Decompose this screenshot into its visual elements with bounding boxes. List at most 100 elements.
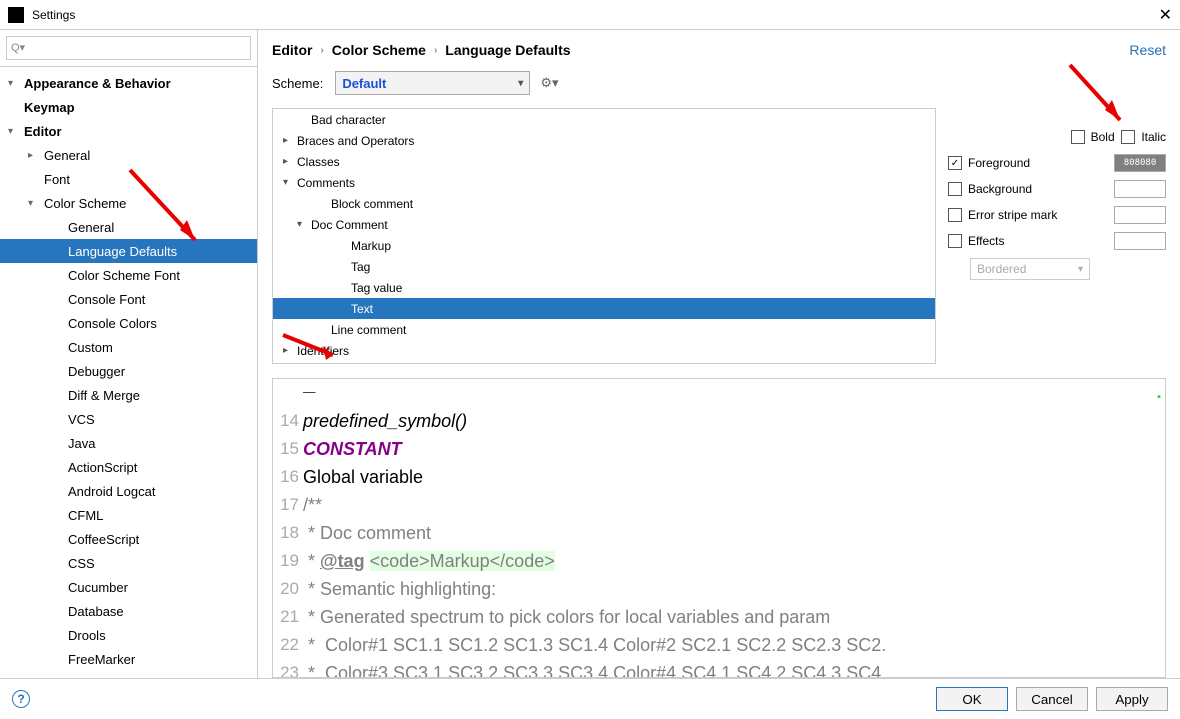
scheme-label: Scheme: [272, 76, 323, 91]
sidebar-item[interactable]: Color Scheme Font [0, 263, 257, 287]
preview-line: 23 * Color#3 SC3.1 SC3.2 SC3.3 SC3.4 Col… [273, 659, 1165, 678]
sidebar-item[interactable]: FreeMarker [0, 647, 257, 671]
outline-row[interactable]: ▸Braces and Operators [273, 130, 935, 151]
outline-row[interactable]: ▾Comments [273, 172, 935, 193]
errorstripe-label: Error stripe mark [968, 208, 1057, 222]
settings-tree[interactable]: ▾Appearance & BehaviorKeymap▾Editor▸Gene… [0, 67, 257, 678]
outline-row[interactable]: ▸Identifiers [273, 340, 935, 361]
search-bar: Q▾ [0, 30, 257, 67]
effects-swatch[interactable] [1114, 232, 1166, 250]
effects-label: Effects [968, 234, 1004, 248]
preview-line: 15CONSTANT [273, 435, 1165, 463]
preview-line: 14predefined_symbol() [273, 407, 1165, 435]
window-title: Settings [32, 8, 1159, 22]
sidebar-item[interactable]: Diff & Merge [0, 383, 257, 407]
attributes-tree[interactable]: Bad character▸Braces and Operators▸Class… [272, 108, 936, 364]
scheme-row: Scheme: Default ▾ ⚙▾ [272, 68, 1166, 98]
background-swatch[interactable] [1114, 180, 1166, 198]
errorstripe-swatch[interactable] [1114, 206, 1166, 224]
sidebar-item[interactable]: ActionScript [0, 455, 257, 479]
outline-row[interactable]: Block comment [273, 193, 935, 214]
sidebar-item[interactable]: Keymap [0, 95, 257, 119]
breadcrumb: Editor › Color Scheme › Language Default… [272, 38, 1166, 62]
outline-row[interactable]: Text [273, 298, 935, 319]
italic-checkbox[interactable] [1121, 130, 1135, 144]
sidebar-item[interactable]: Console Font [0, 287, 257, 311]
sidebar-item[interactable]: Debugger [0, 359, 257, 383]
crumb-colorscheme[interactable]: Color Scheme [332, 42, 426, 58]
chevron-right-icon: › [434, 45, 437, 56]
effects-checkbox[interactable] [948, 234, 962, 248]
properties-panel: Bold Italic Foreground 808080 Background [936, 108, 1166, 364]
background-checkbox[interactable] [948, 182, 962, 196]
outline-row[interactable]: Line comment [273, 319, 935, 340]
sidebar-item[interactable]: ▾Appearance & Behavior [0, 71, 257, 95]
cancel-button[interactable]: Cancel [1016, 687, 1088, 711]
sidebar-item[interactable]: ▾Color Scheme [0, 191, 257, 215]
preview-line: 19 * @tag <code>Markup</code> [273, 547, 1165, 575]
sidebar-item[interactable]: ▾Editor [0, 119, 257, 143]
app-icon [8, 7, 24, 23]
outline-row[interactable]: ▸Classes [273, 151, 935, 172]
code-preview: ▪ 14predefined_symbol()15CONSTANT16Globa… [272, 378, 1166, 678]
preview-line: 16Global variable [273, 463, 1165, 491]
background-label: Background [968, 182, 1032, 196]
chevron-down-icon: ▾ [1078, 264, 1083, 275]
preview-line: 21 * Generated spectrum to pick colors f… [273, 603, 1165, 631]
outline-row[interactable]: Tag [273, 256, 935, 277]
main-area: Q▾ ▾Appearance & BehaviorKeymap▾Editor▸G… [0, 30, 1180, 678]
effects-type-select[interactable]: Bordered ▾ [970, 258, 1090, 280]
preview-marker-icon: ▪ [1157, 383, 1161, 411]
sidebar-item[interactable]: Custom [0, 335, 257, 359]
foreground-label: Foreground [968, 156, 1030, 170]
chevron-right-icon: › [320, 45, 323, 56]
bold-label: Bold [1091, 130, 1115, 144]
content-pane: Editor › Color Scheme › Language Default… [258, 30, 1180, 678]
outline-row[interactable]: Tag value [273, 277, 935, 298]
search-input[interactable] [6, 36, 251, 60]
close-icon[interactable]: ✕ [1159, 5, 1172, 25]
outline-row[interactable]: ▾Doc Comment [273, 214, 935, 235]
dialog-footer: ? OK Cancel Apply [0, 678, 1180, 719]
sidebar-item[interactable]: Java [0, 431, 257, 455]
search-icon: Q▾ [11, 41, 25, 54]
sidebar-item[interactable]: VCS [0, 407, 257, 431]
sidebar-item[interactable]: ▸General [0, 143, 257, 167]
sidebar-item[interactable]: CSS [0, 551, 257, 575]
sidebar-item[interactable]: Android Logcat [0, 479, 257, 503]
effects-type-value: Bordered [977, 262, 1026, 276]
italic-label: Italic [1141, 130, 1166, 144]
sidebar-item[interactable]: Database [0, 599, 257, 623]
crumb-editor[interactable]: Editor [272, 42, 312, 58]
preview-line: 22 * Color#1 SC1.1 SC1.2 SC1.3 SC1.4 Col… [273, 631, 1165, 659]
scheme-value: Default [342, 76, 386, 91]
sidebar-item[interactable]: CoffeeScript [0, 527, 257, 551]
sidebar-item[interactable]: Drools [0, 623, 257, 647]
foreground-swatch[interactable]: 808080 [1114, 154, 1166, 172]
sidebar-item[interactable]: Language Defaults [0, 239, 257, 263]
gear-icon[interactable]: ⚙▾ [540, 75, 558, 91]
sidebar-item[interactable]: General [0, 215, 257, 239]
foreground-checkbox[interactable] [948, 156, 962, 170]
chevron-down-icon: ▾ [518, 78, 523, 89]
outline-row[interactable]: Markup [273, 235, 935, 256]
preview-line: 18 * Doc comment [273, 519, 1165, 547]
crumb-page: Language Defaults [445, 42, 570, 58]
sidebar-item[interactable]: Font [0, 167, 257, 191]
scheme-select[interactable]: Default ▾ [335, 71, 530, 95]
sidebar-item[interactable]: Cucumber [0, 575, 257, 599]
title-bar: Settings ✕ [0, 0, 1180, 30]
preview-line: 17/** [273, 491, 1165, 519]
bold-checkbox[interactable] [1071, 130, 1085, 144]
mid-row: Bad character▸Braces and Operators▸Class… [272, 108, 1166, 364]
preview-line: 20 * Semantic highlighting: [273, 575, 1165, 603]
errorstripe-checkbox[interactable] [948, 208, 962, 222]
ok-button[interactable]: OK [936, 687, 1008, 711]
reset-link[interactable]: Reset [1129, 42, 1166, 58]
outline-row[interactable]: Bad character [273, 109, 935, 130]
help-icon[interactable]: ? [12, 690, 30, 708]
apply-button[interactable]: Apply [1096, 687, 1168, 711]
sidebar: Q▾ ▾Appearance & BehaviorKeymap▾Editor▸G… [0, 30, 258, 678]
sidebar-item[interactable]: Console Colors [0, 311, 257, 335]
sidebar-item[interactable]: CFML [0, 503, 257, 527]
